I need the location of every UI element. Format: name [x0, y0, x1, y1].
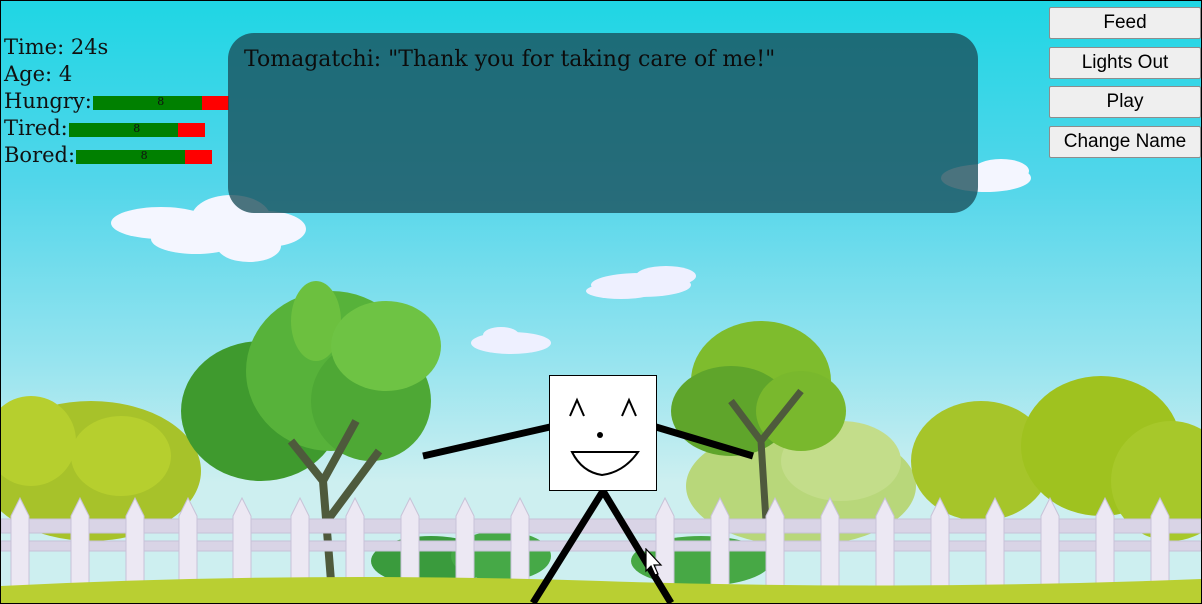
- age-stat: Age: 4: [4, 61, 229, 88]
- time-value: 24s: [70, 35, 109, 59]
- pet-message: Tomagatchi: "Thank you for taking care o…: [244, 47, 776, 72]
- bored-meter: 8: [76, 148, 213, 164]
- age-value: 4: [58, 62, 73, 86]
- game-canvas: Time: 24s Age: 4 Hungry: 8 Tired: 8 Bore…: [0, 0, 1202, 604]
- hungry-label: Hungry:: [4, 89, 92, 113]
- tired-value: 8: [133, 121, 141, 135]
- hungry-value: 8: [157, 94, 165, 108]
- tired-stat: Tired: 8: [4, 115, 229, 142]
- bored-label: Bored:: [4, 143, 76, 167]
- time-stat: Time: 24s: [4, 34, 229, 61]
- bored-value: 8: [140, 148, 148, 162]
- picket-fence: [1, 496, 1201, 587]
- hungry-stat: Hungry: 8: [4, 88, 229, 115]
- play-button[interactable]: Play: [1049, 86, 1201, 118]
- age-label: Age:: [4, 62, 53, 86]
- change-name-button[interactable]: Change Name: [1049, 125, 1201, 158]
- lights-out-button[interactable]: Lights Out: [1049, 46, 1201, 79]
- tired-meter: 8: [68, 121, 205, 137]
- cloud-middle: [586, 266, 696, 299]
- happy-face-icon: [569, 397, 640, 477]
- action-buttons: Feed Lights Out Play Change Name: [1049, 7, 1201, 165]
- hungry-meter: 8: [92, 94, 229, 110]
- bored-stat: Bored: 8: [4, 142, 229, 169]
- time-label: Time:: [4, 35, 65, 59]
- tired-label: Tired:: [4, 116, 68, 140]
- mouse-pointer-icon: [645, 548, 663, 576]
- cloud-small: [471, 327, 551, 354]
- speech-bubble: Tomagatchi: "Thank you for taking care o…: [228, 33, 978, 213]
- grass: [1, 577, 1201, 603]
- stats-panel: Time: 24s Age: 4 Hungry: 8 Tired: 8 Bore…: [4, 34, 229, 169]
- pet-face[interactable]: [549, 375, 657, 491]
- feed-button[interactable]: Feed: [1049, 7, 1201, 39]
